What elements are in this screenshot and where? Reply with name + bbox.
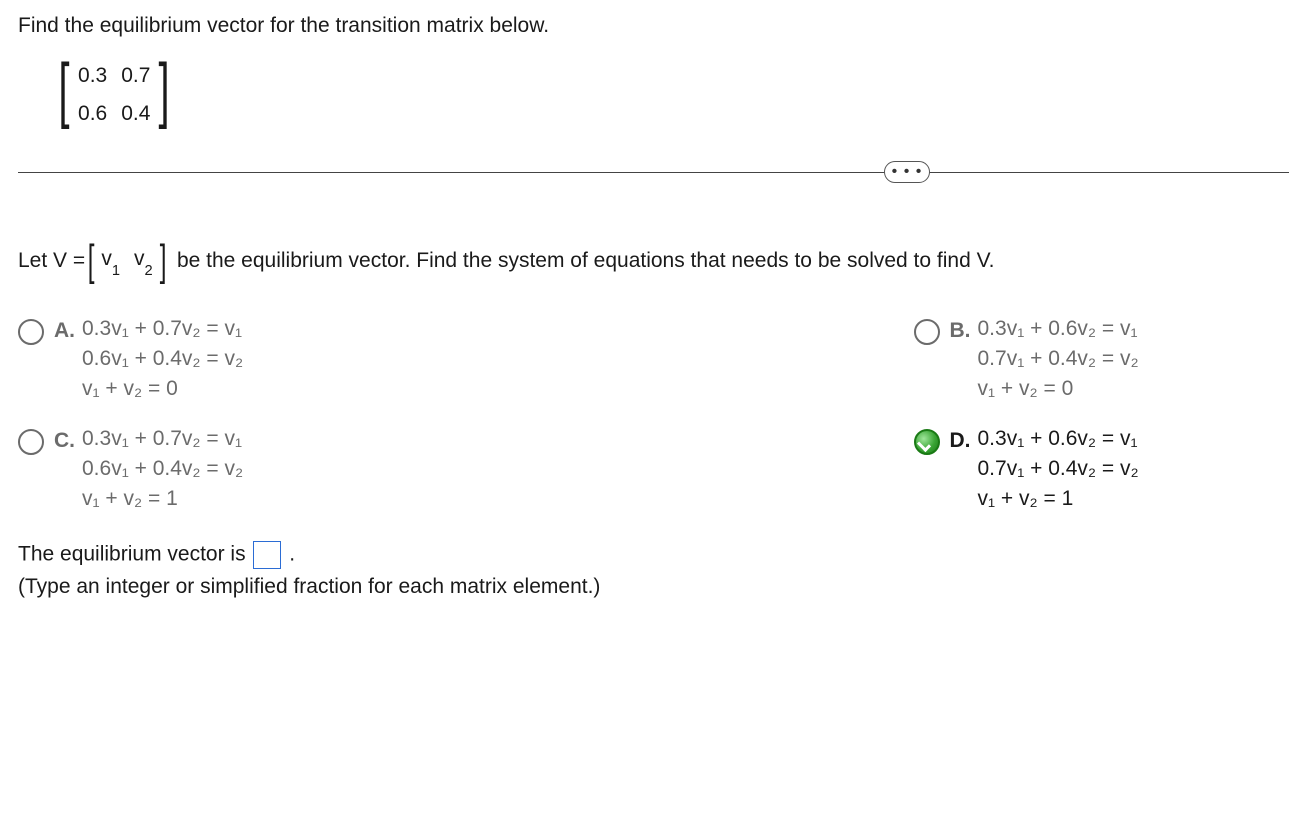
bracket-right-icon: ]	[159, 241, 166, 281]
matrix-cell-12: 0.7	[121, 64, 150, 88]
transition-matrix: [ 0.3 0.7 0.6 0.4 ]	[54, 54, 174, 136]
vector-v2: v2	[134, 247, 153, 274]
ellipsis-icon: • • •	[892, 164, 923, 180]
option-b-radio[interactable]	[914, 319, 940, 345]
option-b-line1: 0.3v₁ + 0.6v₂ = v₁	[978, 317, 1139, 341]
options-grid: A. 0.3v₁ + 0.7v₂ = v₁ 0.6v₁ + 0.4v₂ = v₂…	[18, 317, 1289, 511]
answer-post: .	[289, 543, 295, 566]
option-a-line2: 0.6v₁ + 0.4v₂ = v₂	[82, 347, 243, 371]
option-b-letter: B.	[950, 319, 978, 343]
option-c-letter: C.	[54, 429, 82, 453]
option-a: A. 0.3v₁ + 0.7v₂ = v₁ 0.6v₁ + 0.4v₂ = v₂…	[18, 317, 654, 401]
option-d: D. 0.3v₁ + 0.6v₂ = v₁ 0.7v₁ + 0.4v₂ = v₂…	[654, 427, 1290, 511]
more-options-button[interactable]: • • •	[884, 161, 930, 183]
matrix-cell-22: 0.4	[121, 102, 150, 126]
answer-hint: (Type an integer or simplified fraction …	[18, 575, 1289, 599]
section-divider	[18, 172, 1289, 173]
answer-prompt: The equilibrium vector is .	[18, 541, 1289, 569]
equilibrium-definition: Let V = [ v1 v2 ] be the equilibrium vec…	[18, 241, 1289, 281]
option-a-line3: v₁ + v₂ = 0	[82, 377, 243, 401]
option-c: C. 0.3v₁ + 0.7v₂ = v₁ 0.6v₁ + 0.4v₂ = v₂…	[18, 427, 654, 511]
bracket-left-icon: [	[59, 54, 70, 136]
bracket-right-icon: ]	[159, 54, 170, 136]
matrix-cell-21: 0.6	[78, 102, 107, 126]
option-b: B. 0.3v₁ + 0.6v₂ = v₁ 0.7v₁ + 0.4v₂ = v₂…	[654, 317, 1290, 401]
question-prompt: Find the equilibrium vector for the tran…	[18, 14, 1289, 38]
option-d-line3: v₁ + v₂ = 1	[978, 487, 1139, 511]
matrix-cell-11: 0.3	[78, 64, 107, 88]
option-d-line2: 0.7v₁ + 0.4v₂ = v₂	[978, 457, 1139, 481]
option-b-line3: v₁ + v₂ = 0	[978, 377, 1139, 401]
option-b-line2: 0.7v₁ + 0.4v₂ = v₂	[978, 347, 1139, 371]
option-a-radio[interactable]	[18, 319, 44, 345]
option-a-line1: 0.3v₁ + 0.7v₂ = v₁	[82, 317, 243, 341]
option-c-line3: v₁ + v₂ = 1	[82, 487, 243, 511]
option-d-letter: D.	[950, 429, 978, 453]
option-d-line1: 0.3v₁ + 0.6v₂ = v₁	[978, 427, 1139, 451]
option-c-line2: 0.6v₁ + 0.4v₂ = v₂	[82, 457, 243, 481]
let-pre: Let V =	[18, 249, 85, 273]
option-a-letter: A.	[54, 319, 82, 343]
equilibrium-vector-input[interactable]	[253, 541, 281, 569]
vector-v1: v1	[101, 247, 120, 274]
option-c-line1: 0.3v₁ + 0.7v₂ = v₁	[82, 427, 243, 451]
bracket-left-icon: [	[88, 241, 95, 281]
let-post: be the equilibrium vector. Find the syst…	[177, 249, 995, 273]
answer-pre: The equilibrium vector is	[18, 543, 251, 566]
option-d-radio[interactable]	[914, 429, 940, 455]
option-c-radio[interactable]	[18, 429, 44, 455]
